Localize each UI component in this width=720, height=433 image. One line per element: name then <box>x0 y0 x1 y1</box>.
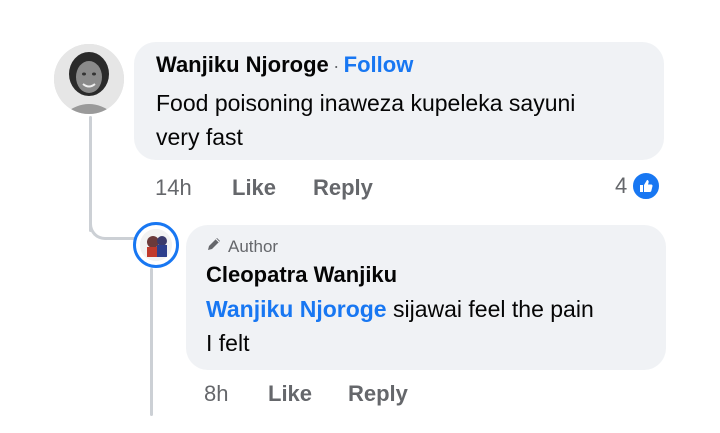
pencil-icon <box>206 236 222 257</box>
comment-header: Wanjiku Njoroge · Follow <box>156 52 413 78</box>
reply-button[interactable]: Reply <box>313 175 373 201</box>
reply-text: Wanjiku Njoroge sijawai feel the pain I … <box>206 292 594 360</box>
avatar[interactable] <box>54 44 124 114</box>
reply-thread-line <box>150 268 153 416</box>
avatar[interactable] <box>140 229 172 261</box>
comment-text: Food poisoning inaweza kupeleka sayuni v… <box>156 86 575 154</box>
like-button[interactable]: Like <box>232 175 276 201</box>
mention-link[interactable]: Wanjiku Njoroge <box>206 296 387 322</box>
reply-author-name[interactable]: Cleopatra Wanjiku <box>206 262 397 288</box>
reaction-summary[interactable]: 4 <box>615 171 662 201</box>
reply-text-line: sijawai feel the pain <box>386 296 594 322</box>
reaction-count: 4 <box>615 173 628 198</box>
author-badge-label: Author <box>228 236 279 256</box>
profile-photo <box>140 229 172 261</box>
follow-button[interactable]: Follow <box>344 52 414 77</box>
author-badge: Author <box>206 236 278 257</box>
comment-author-name[interactable]: Wanjiku Njoroge <box>156 52 329 77</box>
thumbs-up-icon <box>631 171 662 201</box>
reply-text-line: I felt <box>206 330 250 356</box>
thread-connector <box>89 202 135 240</box>
profile-photo <box>54 44 124 114</box>
reply-button[interactable]: Reply <box>348 381 408 407</box>
comment-timestamp[interactable]: 14h <box>155 175 192 201</box>
like-button[interactable]: Like <box>268 381 312 407</box>
reply-timestamp[interactable]: 8h <box>204 381 228 407</box>
comment-text-line: Food poisoning inaweza kupeleka sayuni <box>156 90 576 116</box>
separator-dot: · <box>333 56 340 76</box>
comment-text-line: very fast <box>156 124 243 150</box>
